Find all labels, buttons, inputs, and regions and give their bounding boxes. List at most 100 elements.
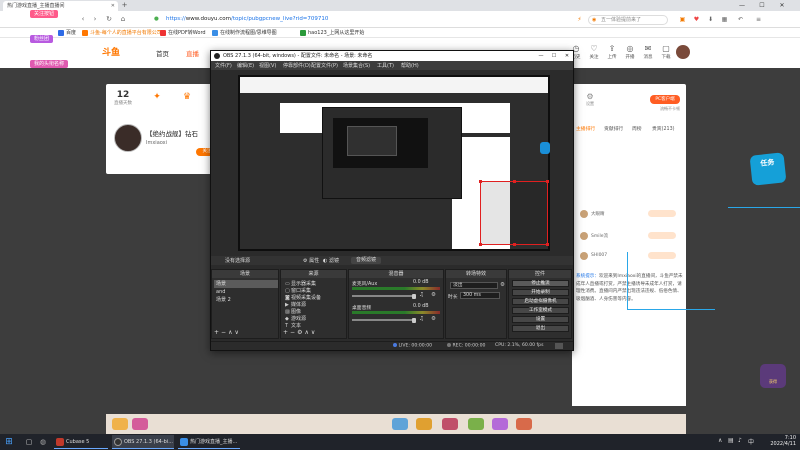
url-field[interactable]: ● https://www.douyu.com/topic/pubgpcnew_… [150,14,570,25]
resize-handle[interactable] [513,180,516,183]
menu-profile[interactable]: 配置文件(P) [311,62,338,69]
minimize-icon[interactable]: — [535,51,547,61]
browser-tab[interactable]: 热门游戏直播_主播直播间 ✕ [3,1,118,11]
room-settings[interactable]: ⚙ 设置 [584,92,596,107]
scene-item[interactable]: 场景 2 [214,296,278,304]
audio-filter-button[interactable]: 音频滤镜 [351,257,382,264]
menu-file[interactable]: 文件(F) [215,62,232,69]
taskbar-app-browser[interactable]: 热门游戏直播_主播... [178,435,240,449]
menu-icon[interactable]: ≡ [754,15,763,24]
taskbar-app-obs[interactable]: OBS 27.1.3 (64-bi... [112,435,174,449]
menu-help[interactable]: 帮助(H) [401,62,419,69]
list-item[interactable]: Smile流 [580,231,680,241]
virtual-camera-button[interactable]: 启动虚拟摄像机 [512,298,569,305]
speaker-icon[interactable]: ♫ [419,316,424,322]
gift-item[interactable] [492,418,508,430]
favorite-icon[interactable]: ♥ [692,15,701,24]
taskbar-app-cubase[interactable]: Cubase 5 [54,435,108,449]
bookmark-diagram[interactable]: 在线制作流程图/思维导图 [212,29,277,37]
menu-tools[interactable]: 工具(T) [377,62,394,69]
scene-item[interactable]: and [214,288,278,296]
bookmark-baidu[interactable]: 百度 [58,29,76,37]
volume-slider[interactable] [352,293,416,299]
close-window-icon[interactable]: ✕ [776,0,788,11]
lightning-icon[interactable]: ⚡ [575,15,584,24]
gift-item[interactable] [442,418,458,430]
undo-icon[interactable]: ↶ [736,15,745,24]
user-avatar[interactable] [676,45,690,59]
volume-icon[interactable]: ♪ [738,437,742,444]
duration-input[interactable]: 300 ms [460,292,500,299]
gift-item[interactable] [516,418,532,430]
menu-scene-collection[interactable]: 场景集合(S) [343,62,370,69]
exit-button[interactable]: 退出 [512,325,569,332]
gear-icon[interactable]: ⚙ [431,316,436,322]
new-tab-button[interactable]: + [120,1,129,10]
remove-icon[interactable]: − [221,329,228,336]
header-message[interactable]: ✉ 消息 [640,44,656,60]
menu-edit[interactable]: 编辑(E) [237,62,254,69]
nav-home[interactable]: 首页 [156,48,169,58]
gear-icon[interactable]: ⚙ [500,282,505,288]
search-input[interactable]: ◉ 五一体验提前来了 [588,15,668,25]
steam-icon[interactable]: ◍ [38,437,48,447]
tab-streamer-rank[interactable]: 主播排行 [576,125,595,132]
studio-mode-button[interactable]: 工作室模式 [512,307,569,314]
back-icon[interactable]: ‹ [78,14,88,25]
refresh-icon[interactable]: ↻ [104,14,114,25]
bookmark-pdf[interactable]: 在线PDF转Word [160,29,206,37]
ime-icon[interactable]: 中 [748,437,754,446]
header-broadcast[interactable]: ◎ 开播 [622,44,638,60]
add-icon[interactable]: + [214,329,221,336]
source-selection-box[interactable] [479,180,549,246]
close-icon[interactable]: ✕ [561,51,573,61]
list-item[interactable]: SHI007 [580,251,680,261]
streamer-name[interactable]: Imxiaoxi [146,140,167,146]
resize-handle[interactable] [546,243,549,246]
maximize-icon[interactable]: ☐ [756,0,768,11]
task-view-icon[interactable]: ▢ [24,437,34,447]
bookmark-douyu[interactable]: 斗鱼-每个人的直播平台有限公司 [82,29,162,37]
header-follow[interactable]: ♡ 关注 [586,44,602,60]
pc-client-button[interactable]: PC客户端 [650,95,680,104]
gift-item[interactable] [416,418,432,430]
resize-handle[interactable] [546,180,549,183]
streamer-avatar[interactable] [114,124,142,152]
gift-item[interactable] [392,418,408,430]
gift-item[interactable] [112,418,128,430]
list-item[interactable]: 大眼睛 [580,209,680,219]
menu-docks[interactable]: 停靠部件(D) [283,62,311,69]
minimize-icon[interactable]: — [736,0,748,11]
speaker-icon[interactable]: ♫ [419,292,424,298]
move-down-icon[interactable]: ∨ [234,329,240,336]
tab-contribution[interactable]: 贡献排行 [604,125,623,132]
resize-handle[interactable] [479,180,482,183]
gear-icon[interactable]: ⚙ [431,292,436,298]
scene-item[interactable]: 场景 [214,280,278,288]
slider-knob[interactable] [412,293,416,299]
stat-gift[interactable]: ✦ [146,92,168,102]
header-upload[interactable]: ⇪ 上传 [604,44,620,60]
gift-item[interactable] [468,418,484,430]
menu-view[interactable]: 视图(V) [259,62,276,69]
start-recording-button[interactable]: 开始录制 [512,289,569,296]
stop-streaming-button[interactable]: 停止推流 [512,280,569,287]
download-icon[interactable]: ⬇ [706,15,715,24]
tab-weekly[interactable]: 周榜 [632,125,642,132]
move-down-icon[interactable]: ∨ [311,329,317,336]
nav-live[interactable]: 直播 [186,48,199,58]
network-icon[interactable]: ▤ [728,437,734,444]
tab-vip[interactable]: 贵宾(213) [652,125,675,132]
clock[interactable]: 7:10 2022/4/11 [770,435,796,447]
douyu-logo[interactable]: 斗鱼 [102,45,132,59]
resize-grip-icon[interactable] [555,343,563,349]
windows-start-icon[interactable]: ⊞ [4,437,14,447]
filters-button[interactable]: ◐ 滤镜 [323,257,339,264]
maximize-icon[interactable]: ☐ [548,51,560,61]
settings-button[interactable]: 设置 [512,316,569,323]
transition-select[interactable]: 淡出 [450,282,498,289]
remove-icon[interactable]: − [290,329,297,336]
forward-icon[interactable]: › [90,14,100,25]
stat-rank[interactable]: ♛ [176,92,198,102]
volume-slider[interactable] [352,317,416,323]
